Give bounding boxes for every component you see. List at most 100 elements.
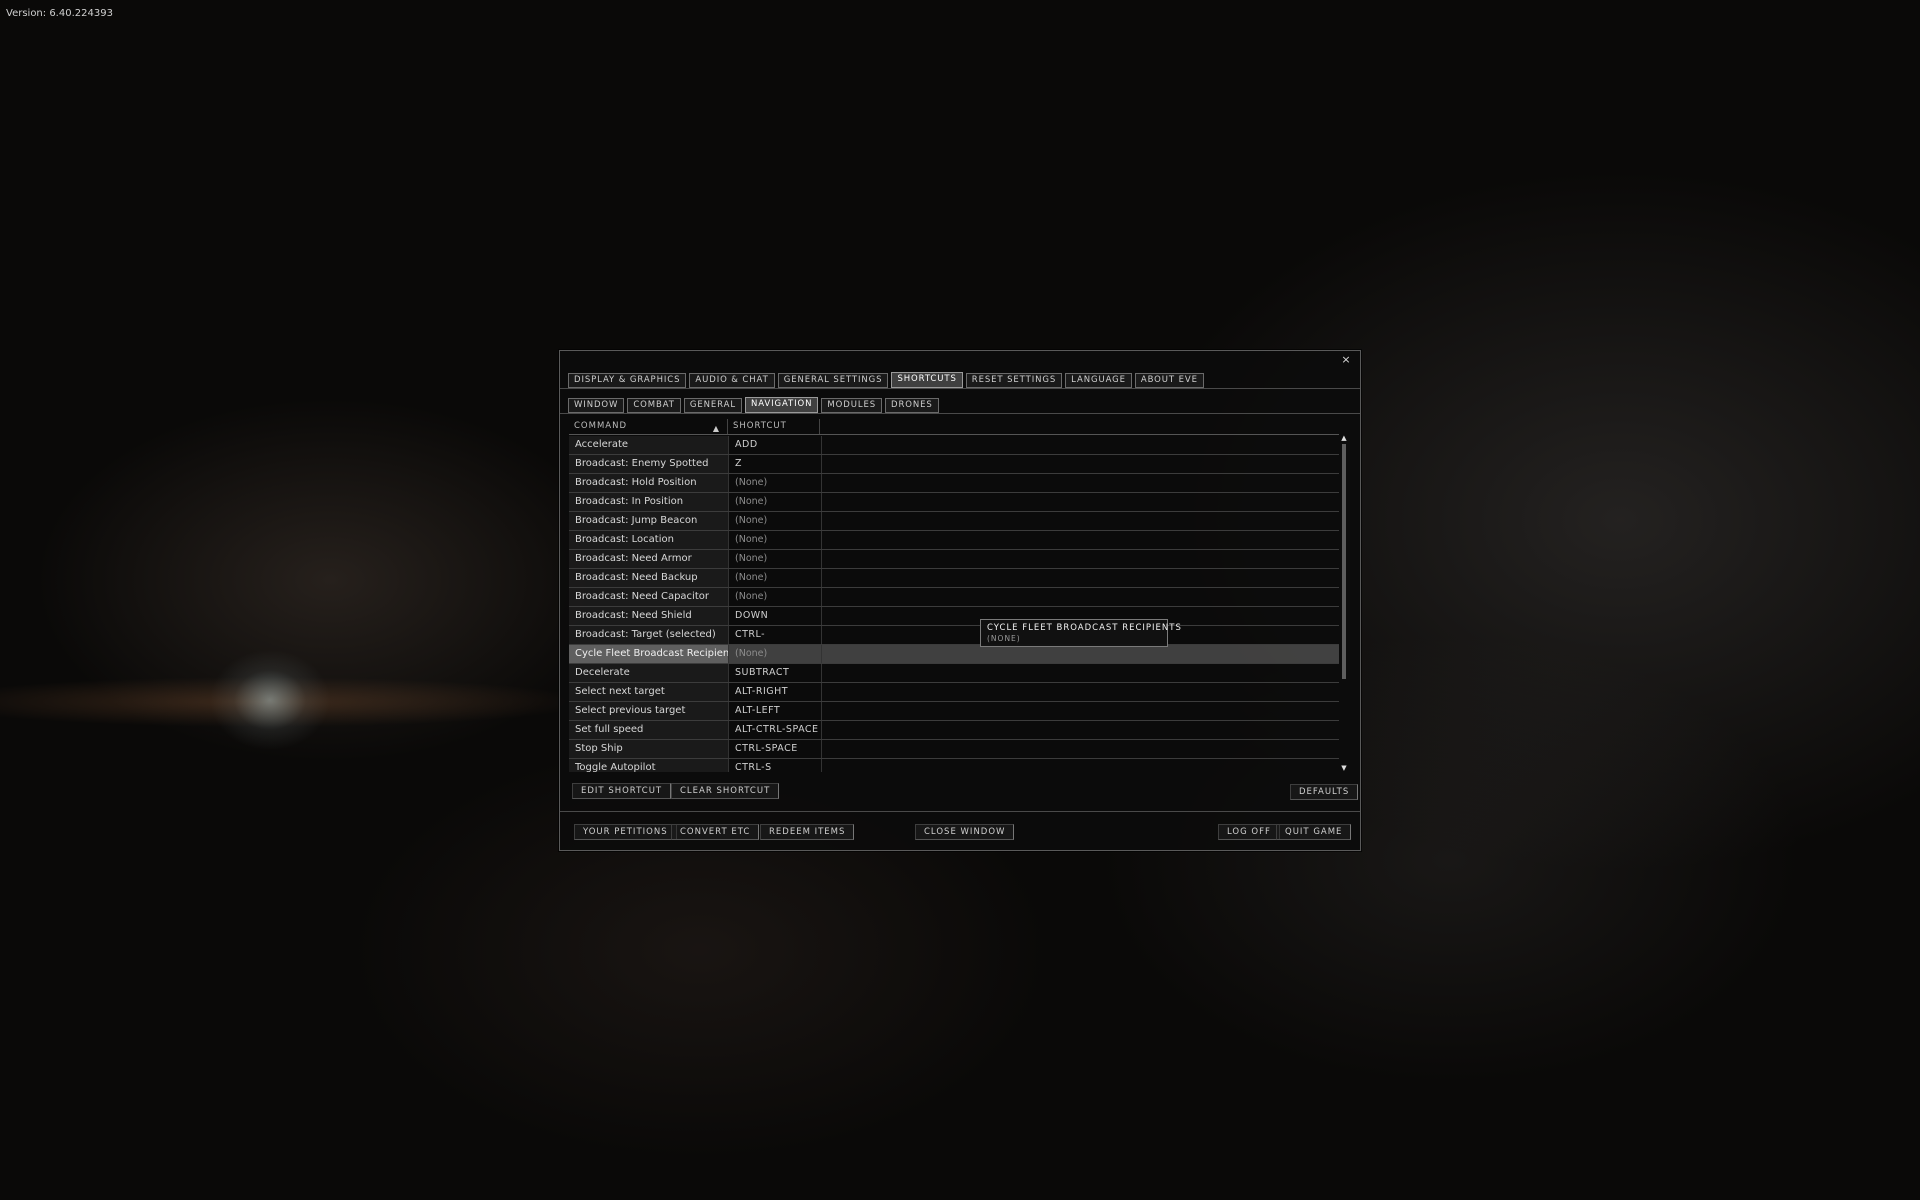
scroll-down-icon[interactable]: ▼ [1340, 764, 1348, 772]
row-filler [822, 588, 1339, 606]
scroll-up-icon[interactable]: ▲ [1340, 434, 1348, 442]
log-off-button[interactable]: LOG OFF [1218, 824, 1280, 840]
command-cell: Select next target [569, 683, 729, 701]
row-filler [822, 474, 1339, 492]
command-cell: Broadcast: Location [569, 531, 729, 549]
close-window-button[interactable]: CLOSE WINDOW [915, 824, 1015, 840]
subtab-combat[interactable]: COMBAT [627, 398, 681, 413]
row-filler [822, 550, 1339, 568]
command-cell: Broadcast: Target (selected) [569, 626, 729, 644]
table-row[interactable]: Broadcast: In Position (None) [569, 493, 1339, 512]
shortcut-cell: CTRL-SPACE [729, 740, 822, 758]
command-cell: Stop Ship [569, 740, 729, 758]
table-row[interactable]: Toggle Autopilot CTRL-S [569, 759, 1339, 772]
shortcut-cell: ALT-LEFT [729, 702, 822, 720]
command-cell: Broadcast: Hold Position [569, 474, 729, 492]
sort-ascending-icon: ▲ [712, 424, 720, 433]
row-filler [822, 683, 1339, 701]
column-header-label: SHORTCUT [733, 421, 787, 431]
divider [560, 811, 1360, 812]
shortcut-cell: (None) [729, 474, 822, 492]
subtab-modules[interactable]: MODULES [821, 398, 883, 413]
divider [560, 388, 1360, 389]
table-row[interactable]: Stop Ship CTRL-SPACE [569, 740, 1339, 759]
row-filler [822, 664, 1339, 682]
column-header-label: COMMAND [574, 421, 628, 431]
row-filler [822, 759, 1339, 772]
command-cell: Accelerate [569, 436, 729, 454]
shortcut-cell: Z [729, 455, 822, 473]
clear-shortcut-button[interactable]: CLEAR SHORTCUT [671, 783, 780, 799]
table-row[interactable]: Select previous target ALT-LEFT [569, 702, 1339, 721]
shortcut-cell: ADD [729, 436, 822, 454]
shortcut-cell: (None) [729, 531, 822, 549]
table-row[interactable]: Broadcast: Hold Position (None) [569, 474, 1339, 493]
shortcut-cell: (None) [729, 569, 822, 587]
shortcut-cell: CTRL-S [729, 759, 822, 772]
sub-tab-bar: WINDOW COMBAT GENERAL NAVIGATION MODULES… [568, 397, 939, 413]
row-filler [822, 645, 1339, 663]
table-row[interactable]: Decelerate SUBTRACT [569, 664, 1339, 683]
command-cell: Broadcast: Jump Beacon [569, 512, 729, 530]
tab-shortcuts[interactable]: SHORTCUTS [891, 372, 963, 388]
command-cell: Set full speed [569, 721, 729, 739]
convert-etc-button[interactable]: CONVERT ETC [671, 824, 760, 840]
subtab-drones[interactable]: DRONES [885, 398, 939, 413]
shortcut-cell: (None) [729, 493, 822, 511]
row-filler [822, 455, 1339, 473]
defaults-button[interactable]: DEFAULTS [1290, 784, 1359, 800]
shortcut-cell: (None) [729, 645, 822, 663]
subtab-window[interactable]: WINDOW [568, 398, 625, 413]
table-row[interactable]: Set full speed ALT-CTRL-SPACE [569, 721, 1339, 740]
command-cell: Decelerate [569, 664, 729, 682]
edit-shortcut-button[interactable]: EDIT SHORTCUT [572, 783, 672, 799]
tab-general-settings[interactable]: GENERAL SETTINGS [777, 373, 889, 388]
table-row[interactable]: Broadcast: Need Backup (None) [569, 569, 1339, 588]
table-row[interactable]: Broadcast: Need Armor (None) [569, 550, 1339, 569]
row-filler [822, 436, 1339, 454]
shortcut-cell: ALT-CTRL-SPACE [729, 721, 822, 739]
scrollbar-thumb[interactable] [1342, 444, 1346, 679]
subtab-general[interactable]: GENERAL [683, 398, 742, 413]
vertical-scrollbar[interactable]: ▲ ▼ [1340, 434, 1348, 772]
table-body: Accelerate ADD Broadcast: Enemy Spotted Z Br… [569, 436, 1339, 772]
shortcut-cell: CTRL- [729, 626, 822, 644]
command-cell: Broadcast: Enemy Spotted [569, 455, 729, 473]
command-cell: Select previous target [569, 702, 729, 720]
column-header-shortcut[interactable]: SHORTCUT [728, 419, 820, 434]
shortcut-cell: ALT-RIGHT [729, 683, 822, 701]
tooltip: CYCLE FLEET BROADCAST RECIPIENTS (NONE) [980, 619, 1181, 647]
tab-reset-settings[interactable]: RESET SETTINGS [965, 373, 1063, 388]
command-cell: Broadcast: Need Capacitor [569, 588, 729, 606]
subtab-navigation[interactable]: NAVIGATION [744, 397, 819, 413]
redeem-items-button[interactable]: REDEEM ITEMS [760, 824, 855, 840]
table-row[interactable]: Broadcast: Need Capacitor (None) [569, 588, 1339, 607]
row-filler [822, 569, 1339, 587]
table-row[interactable]: Select next target ALT-RIGHT [569, 683, 1339, 702]
table-row[interactable]: Broadcast: Jump Beacon (None) [569, 512, 1339, 531]
shortcut-cell: (None) [729, 550, 822, 568]
tab-about-eve[interactable]: ABOUT EVE [1134, 373, 1204, 388]
table-row[interactable]: Broadcast: Need Shield DOWN [569, 607, 1339, 626]
tab-language[interactable]: LANGUAGE [1065, 373, 1132, 388]
quit-game-button[interactable]: QUIT GAME [1276, 824, 1352, 840]
table-row[interactable]: Cycle Fleet Broadcast Recipients (None) [569, 645, 1339, 664]
row-filler [822, 702, 1339, 720]
divider [560, 413, 1360, 414]
table-row[interactable]: Accelerate ADD [569, 436, 1339, 455]
tab-display-graphics[interactable]: DISPLAY & GRAPHICS [568, 373, 687, 388]
table-row[interactable]: Broadcast: Enemy Spotted Z [569, 455, 1339, 474]
table-header: COMMAND ▲ SHORTCUT [569, 419, 1339, 435]
row-filler [822, 493, 1339, 511]
row-filler [822, 531, 1339, 549]
table-row[interactable]: Broadcast: Target (selected) CTRL- [569, 626, 1339, 645]
command-cell: Broadcast: In Position [569, 493, 729, 511]
table-row[interactable]: Broadcast: Location (None) [569, 531, 1339, 550]
tab-audio-chat[interactable]: AUDIO & CHAT [689, 373, 775, 388]
command-cell: Broadcast: Need Shield [569, 607, 729, 625]
your-petitions-button[interactable]: YOUR PETITIONS [574, 824, 677, 840]
tooltip-title: CYCLE FLEET BROADCAST RECIPIENTS [987, 623, 1182, 633]
version-label: Version: 6.40.224393 [6, 8, 113, 19]
column-header-command[interactable]: COMMAND ▲ [569, 419, 728, 434]
close-icon[interactable]: × [1340, 354, 1352, 366]
